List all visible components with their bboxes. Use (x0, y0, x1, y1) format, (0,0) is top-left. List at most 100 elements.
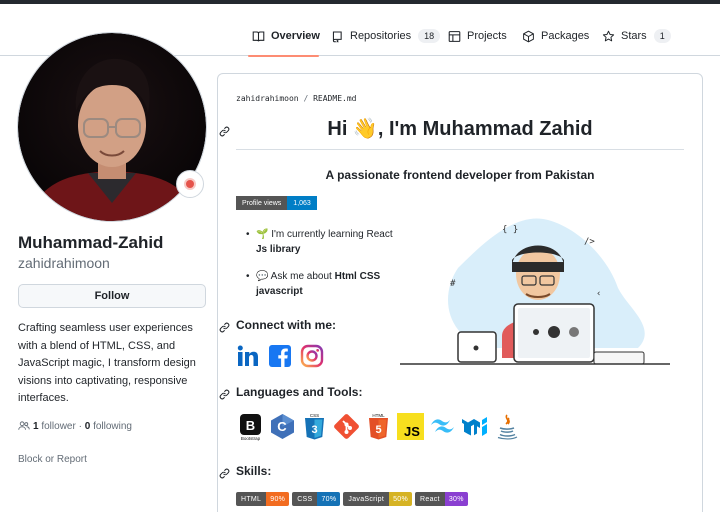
people-icon (18, 421, 30, 430)
table-icon (448, 30, 461, 42)
skill-badge-css: CSS 70% (292, 492, 341, 506)
tab-stars[interactable]: Stars 1 (602, 24, 671, 48)
bullet-text: 🌱 I'm currently learning React (256, 229, 393, 240)
linkedin-icon[interactable] (236, 344, 260, 368)
tab-repositories[interactable]: Repositories 18 (331, 24, 441, 48)
social-links (236, 344, 324, 368)
list-item: 💬 Ask me about Html CSS javascript (246, 269, 396, 299)
skill-label: HTML (236, 492, 267, 506)
mui-icon[interactable] (460, 412, 489, 441)
svg-text:/>: /> (584, 237, 595, 247)
readme-bullet-list: 🌱 I'm currently learning React Js librar… (246, 227, 396, 311)
views-badge-value: 1,063 (287, 196, 317, 210)
tab-projects[interactable]: Projects (448, 24, 507, 48)
stars-count-badge: 1 (653, 29, 671, 43)
following-count[interactable]: 0 (85, 421, 91, 432)
svg-text:C: C (277, 419, 287, 434)
profile-views-badge: Profile views 1,063 (236, 196, 317, 210)
skill-value: 70% (317, 492, 341, 506)
git-icon[interactable] (332, 412, 361, 441)
facebook-icon[interactable] (268, 344, 292, 368)
follow-button[interactable]: Follow (18, 284, 206, 308)
svg-text:Bootstrap: Bootstrap (241, 436, 261, 441)
tab-packages[interactable]: Packages (522, 24, 589, 48)
svg-text:CSS: CSS (310, 413, 319, 418)
java-icon[interactable] (492, 412, 521, 441)
skill-badge-html: HTML 90% (236, 492, 290, 506)
tools-list: B Bootstrap C CSS 3 HTML 5 JS (236, 412, 521, 441)
svg-text:B: B (246, 418, 255, 433)
list-item: 🌱 I'm currently learning React Js librar… (246, 227, 396, 257)
skill-label: CSS (292, 492, 318, 506)
tab-label: Packages (541, 30, 590, 42)
tab-overview[interactable]: Overview (252, 24, 320, 48)
readme-heading: Hi 👋, I'm Muhammad Zahid (327, 118, 593, 140)
skill-badge-javascript: JavaScript 50% (343, 492, 413, 506)
avatar[interactable] (18, 33, 206, 221)
svg-text:#: # (450, 279, 456, 289)
separator: · (78, 420, 82, 432)
skill-label: React (415, 492, 445, 506)
svg-text:‹: ‹ (596, 289, 601, 299)
skill-badge-react: React 30% (415, 492, 468, 506)
css3-icon[interactable]: CSS 3 (300, 412, 329, 441)
bullet-bold: Js library (256, 244, 301, 255)
avatar-photo (18, 33, 206, 221)
svg-text:3: 3 (311, 424, 317, 436)
followers-count[interactable]: 1 (33, 421, 39, 432)
link-icon (219, 126, 230, 137)
svg-text:5: 5 (375, 424, 381, 436)
svg-text:HTML: HTML (372, 413, 385, 418)
skill-value: 90% (266, 492, 290, 506)
svg-text:{ }: { } (502, 225, 518, 235)
repositories-count-badge: 18 (418, 29, 441, 43)
tools-anchor-link[interactable] (219, 387, 231, 400)
connect-heading: Connect with me: (236, 318, 337, 332)
views-badge-label: Profile views (236, 196, 288, 210)
following-link[interactable]: following (93, 421, 132, 432)
followers-link[interactable]: follower (41, 421, 75, 432)
profile-bio: Crafting seamless user experiences with … (18, 322, 196, 405)
repo-icon (332, 31, 342, 43)
html5-icon[interactable]: HTML 5 (364, 412, 393, 441)
instagram-icon[interactable] (300, 344, 324, 368)
tools-heading: Languages and Tools: (236, 385, 363, 399)
developer-illustration: { } /> # ‹ (400, 218, 670, 365)
status-emoji-icon (186, 180, 194, 188)
book-icon (252, 31, 265, 41)
readme-file-link[interactable]: README.md (313, 94, 356, 103)
heading-anchor-link[interactable] (219, 124, 231, 137)
link-icon (219, 389, 230, 400)
status-indicator[interactable] (176, 170, 204, 198)
package-icon (523, 30, 534, 42)
tab-label: Stars (621, 30, 647, 42)
active-tab-indicator (248, 55, 319, 57)
star-icon (602, 30, 615, 41)
skill-value: 30% (444, 492, 468, 506)
readme-subtitle: A passionate frontend developer from Pak… (325, 168, 595, 182)
skills-heading: Skills: (236, 464, 272, 478)
bullet-text: 💬 Ask me about (256, 271, 335, 282)
javascript-icon[interactable]: JS (396, 412, 425, 441)
skill-value: 50% (389, 492, 413, 506)
svg-text:JS: JS (404, 424, 420, 439)
block-report-link[interactable]: Block or Report (18, 454, 87, 465)
link-icon (219, 468, 230, 479)
skill-label: JavaScript (343, 492, 390, 506)
followers-summary: 1 follower · 0 following (18, 420, 132, 432)
skills-anchor-link[interactable] (219, 466, 231, 479)
readme-owner-link[interactable]: zahidrahimoon (236, 94, 299, 103)
path-separator: / (303, 94, 309, 103)
skills-badges: HTML 90% CSS 70% JavaScript 50% React 30… (236, 492, 468, 506)
tab-label: Repositories (350, 30, 412, 42)
tab-label: Overview (271, 30, 320, 42)
profile-fullname: Muhammad-Zahid (18, 233, 164, 252)
profile-username: zahidrahimoon (18, 255, 110, 271)
c-language-icon[interactable]: C (268, 412, 297, 441)
readme-path: zahidrahimoon / README.md (236, 94, 356, 103)
heading-divider (236, 149, 684, 150)
connect-anchor-link[interactable] (219, 320, 231, 333)
bootstrap-icon[interactable]: B Bootstrap (236, 412, 265, 441)
link-icon (219, 322, 230, 333)
tailwind-icon[interactable] (428, 412, 457, 441)
